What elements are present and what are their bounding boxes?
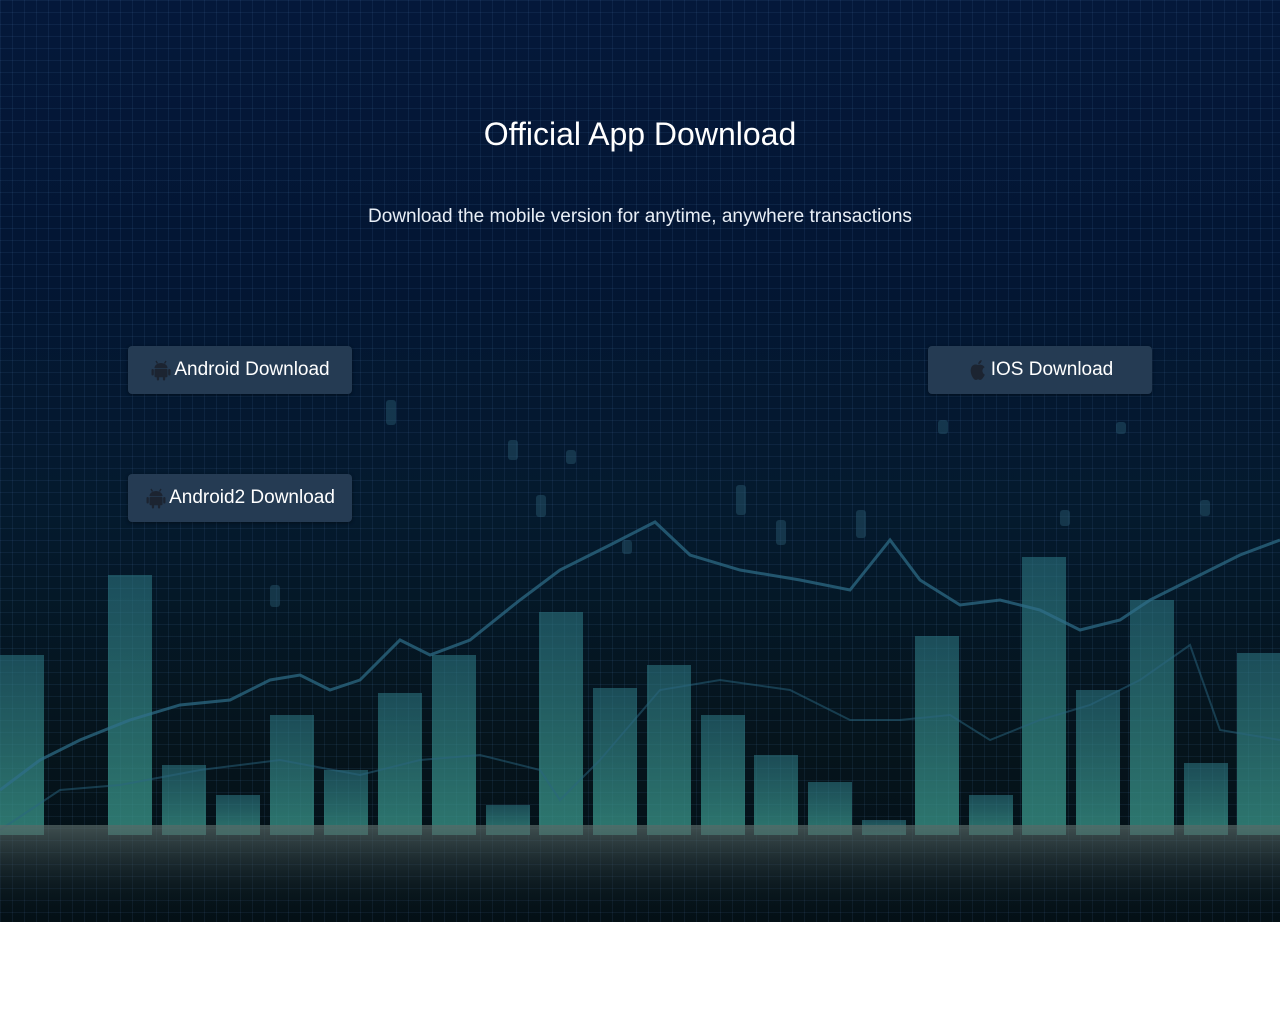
android-download-button[interactable]: Android Download — [128, 346, 352, 394]
background-bar — [539, 612, 583, 835]
background-candle — [622, 540, 632, 554]
hero-section: Official App Download Download the mobil… — [0, 0, 1280, 922]
background-bar — [1022, 557, 1066, 835]
background-candle — [386, 400, 396, 425]
background-candle — [736, 485, 746, 515]
background-candle — [938, 420, 948, 434]
background-bar — [647, 665, 691, 835]
background-bar — [1076, 690, 1120, 835]
android2-download-label: Android2 Download — [169, 487, 335, 508]
background-bar — [701, 715, 745, 835]
apple-icon — [967, 358, 989, 382]
background-bar — [0, 655, 44, 835]
background-candle — [776, 520, 786, 545]
background-bar — [1184, 763, 1228, 835]
background-bar — [270, 715, 314, 835]
background-bar — [1130, 600, 1174, 835]
ios-download-label: IOS Download — [990, 359, 1114, 380]
page-subtitle: Download the mobile version for anytime,… — [368, 206, 912, 227]
background-candle — [508, 440, 518, 460]
background-bar — [915, 636, 959, 835]
background-candle — [1200, 500, 1210, 516]
android2-download-button[interactable]: Android2 Download — [128, 474, 352, 522]
android-download-label: Android Download — [174, 359, 330, 380]
background-candle — [1116, 422, 1126, 434]
background-bar — [1237, 653, 1280, 835]
background-candle — [536, 495, 546, 517]
background-bar — [754, 755, 798, 835]
background-bar — [432, 655, 476, 835]
background-candle — [270, 585, 280, 607]
background-candle — [1060, 510, 1070, 526]
android-icon — [150, 358, 172, 382]
background-candle — [566, 450, 576, 464]
page-title: Official App Download — [483, 116, 797, 152]
background-candle — [856, 510, 866, 538]
background-bar — [108, 575, 152, 835]
ios-download-button[interactable]: IOS Download — [928, 346, 1152, 394]
android-icon — [145, 486, 167, 510]
